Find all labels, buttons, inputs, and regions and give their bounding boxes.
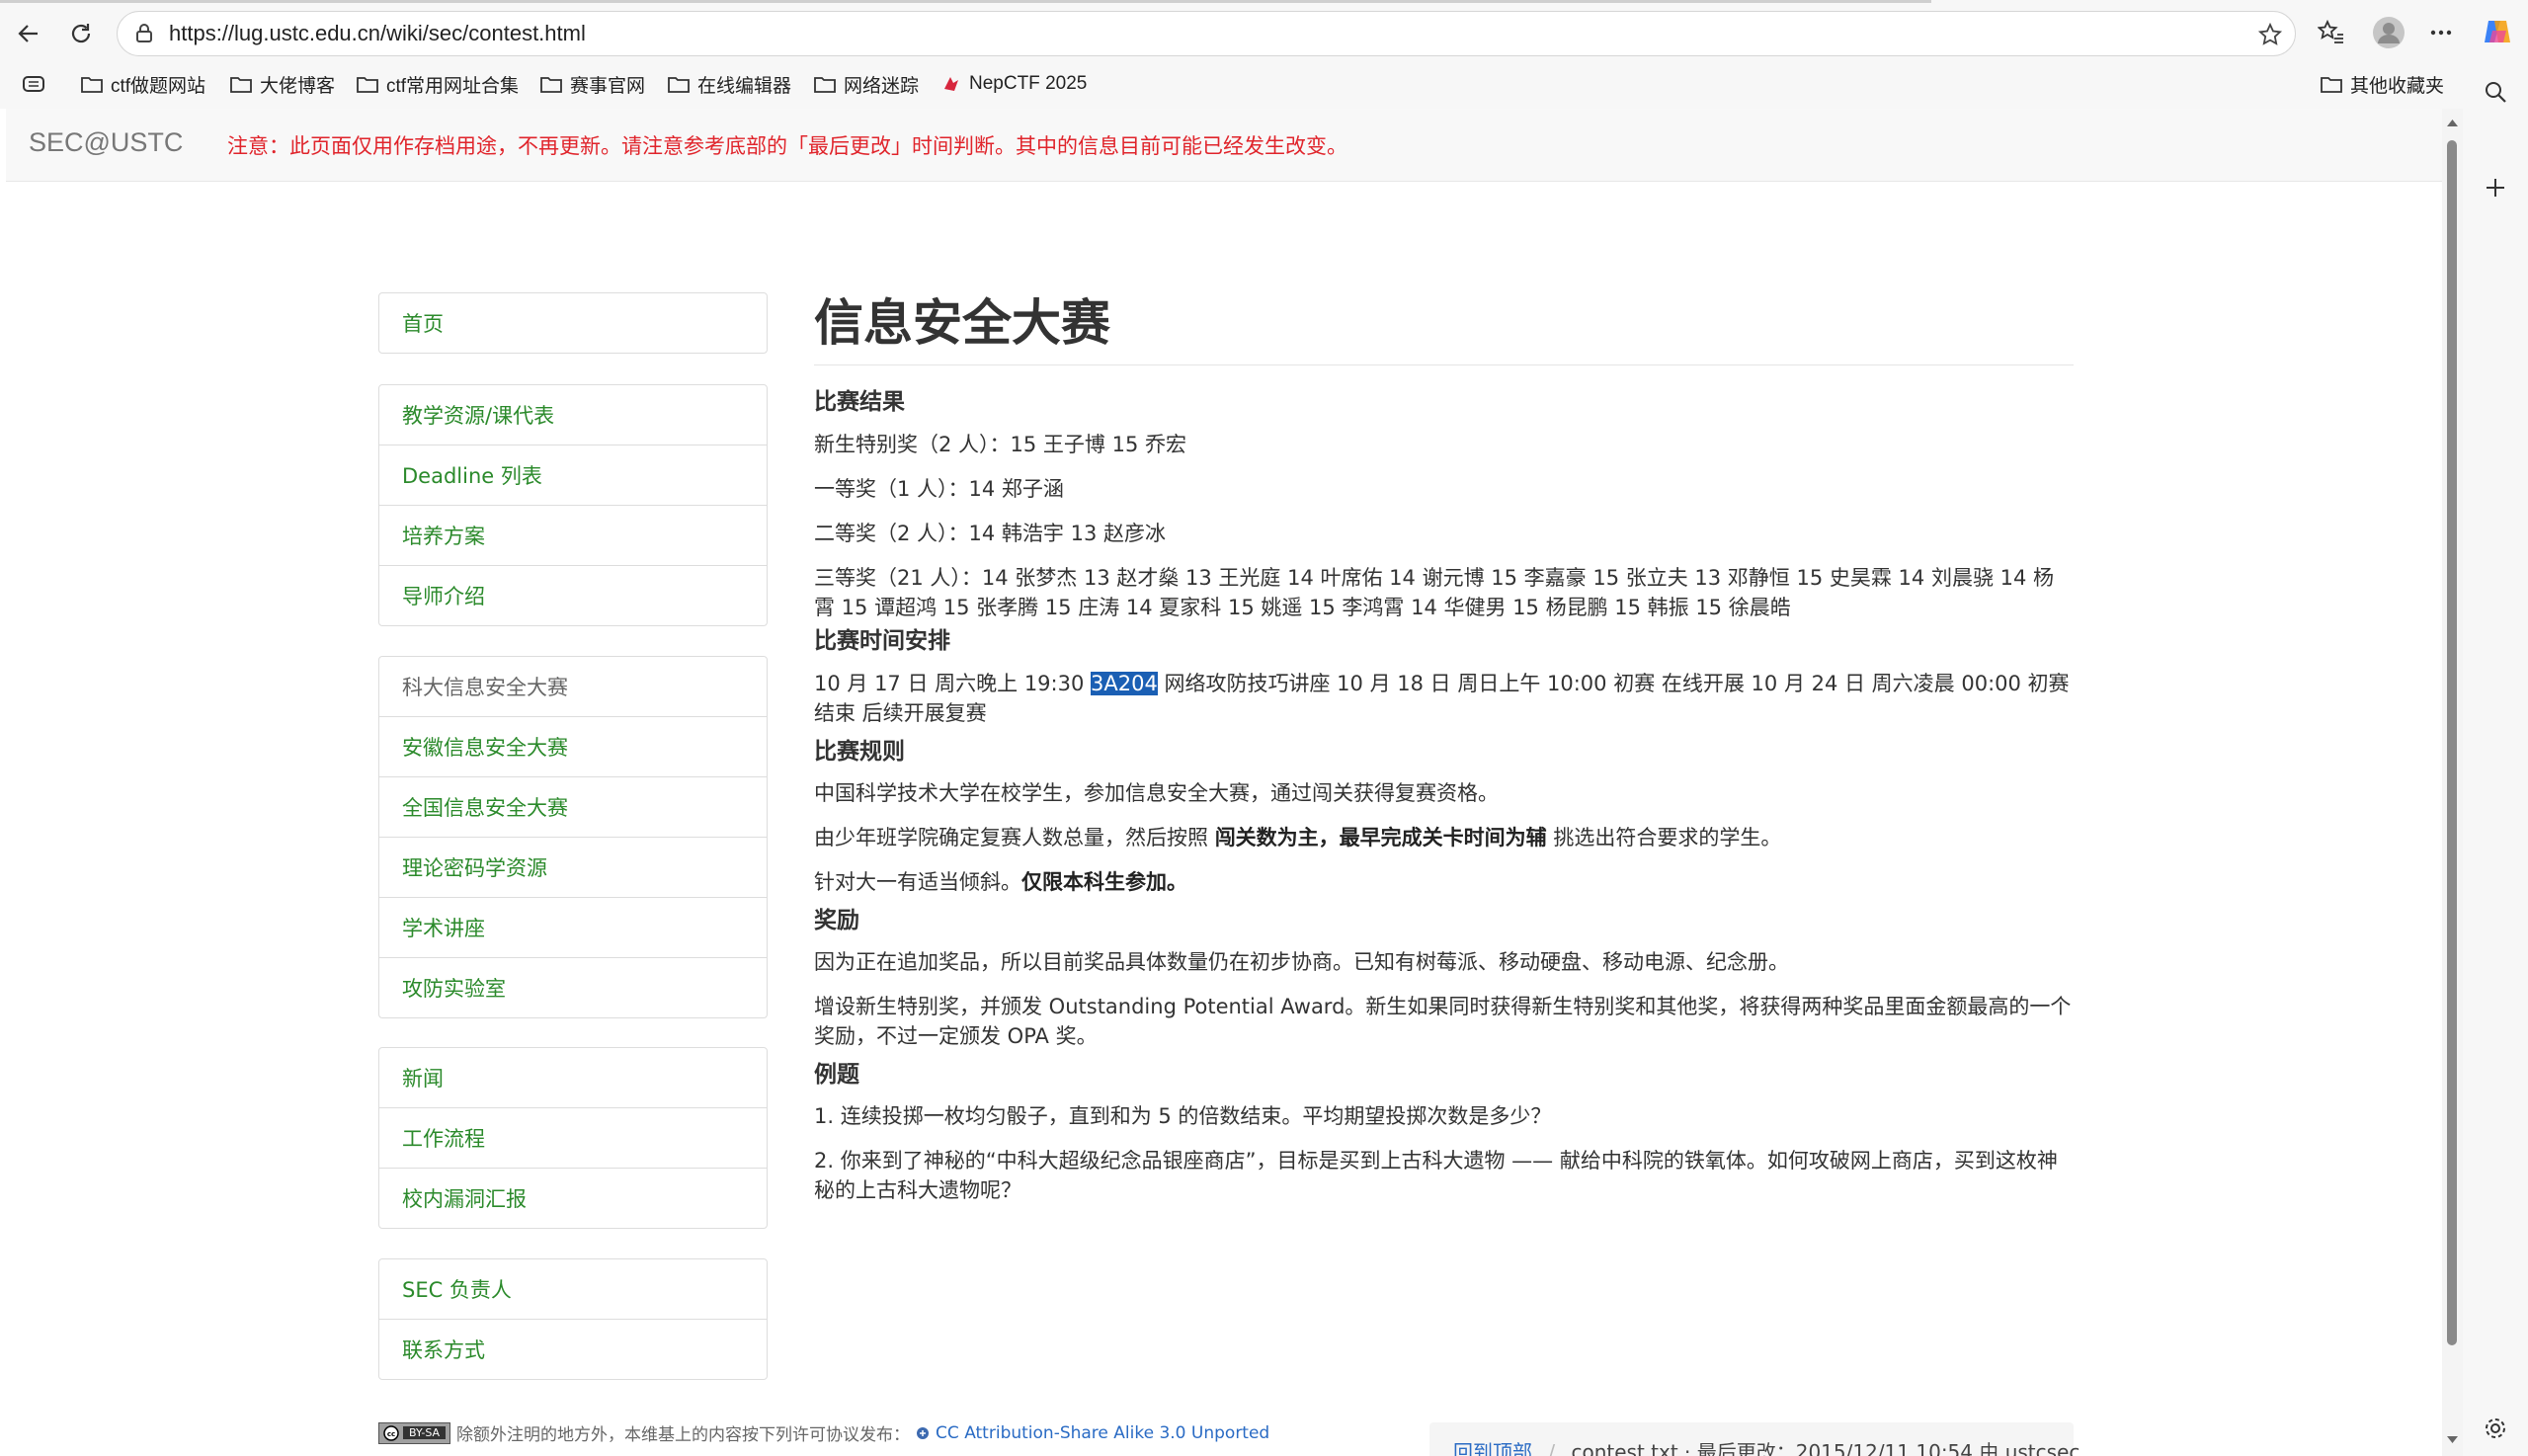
- awards-paragraph: 因为正在追加奖品，所以目前奖品具体数量仍在初步协商。已知有树莓派、移动硬盘、移动…: [814, 950, 1789, 974]
- main-content: 信息安全大赛 比赛结果 新生特别奖（2 人）：15 王子博 15 乔宏 一等奖（…: [814, 286, 2074, 1205]
- nepctf-favicon-icon: [944, 77, 958, 91]
- rules-paragraph: 中国科学技术大学在校学生，参加信息安全大赛，通过闯关获得复赛资格。: [814, 781, 1499, 805]
- sidebar-group-home: 首页: [378, 292, 768, 354]
- license-text: 除额外注明的地方外，本维基上的内容按下列许可协议发布：: [456, 1425, 911, 1445]
- web-page: SEC@USTC 注意：此页面仅用作存档用途，不再更新。请注意参考底部的「最后更…: [6, 109, 2442, 1456]
- sidebar-item-ustc-contest[interactable]: 科大信息安全大赛: [379, 657, 767, 716]
- site-info-icon[interactable]: [133, 23, 155, 44]
- settings-gear-icon[interactable]: [2484, 1416, 2507, 1440]
- schedule-heading: 比赛时间安排: [814, 628, 950, 654]
- sidebar-item-contact[interactable]: 联系方式: [379, 1319, 767, 1379]
- selected-text[interactable]: 3A204: [1091, 672, 1158, 695]
- sidebar-item-advisors[interactable]: 导师介绍: [379, 565, 767, 625]
- favorite-star-icon[interactable]: [2257, 22, 2283, 47]
- folder-icon: [814, 77, 836, 93]
- rules-paragraph: 由少年班学院确定复赛人数总量，然后按照 闯关数为主，最早完成关卡时间为辅 挑选出…: [814, 826, 1782, 849]
- sidebar-group-news: 新闻 工作流程 校内漏洞汇报: [378, 1047, 768, 1229]
- sidebar-item-home[interactable]: 首页: [379, 293, 767, 353]
- sidebar-item-teaching-resources[interactable]: 教学资源/课代表: [379, 385, 767, 445]
- bookmark-folder[interactable]: ctf常用网址合集: [357, 70, 519, 98]
- more-menu-icon[interactable]: [2428, 20, 2454, 45]
- bookmark-folder[interactable]: 在线编辑器: [668, 70, 791, 98]
- back-arrow-icon: [18, 25, 38, 42]
- bookmark-folder[interactable]: 大佬博客: [230, 70, 335, 98]
- footer-separator: /: [1548, 1440, 1556, 1456]
- sidebar-group-contact: SEC 负责人 联系方式: [378, 1258, 768, 1380]
- archive-notice: 注意：此页面仅用作存档用途，不再更新。请注意参考底部的「最后更改」时间判断。其中…: [227, 134, 1347, 158]
- rules-heading: 比赛规则: [814, 739, 905, 765]
- page-info-footer: 回到顶部 / contest.txt · 最后更改：2015/12/11 10:…: [1429, 1422, 2079, 1456]
- sidebar-item-sec-leaders[interactable]: SEC 负责人: [379, 1259, 767, 1319]
- sidebar-item-deadline-list[interactable]: Deadline 列表: [379, 445, 767, 505]
- examples-heading: 例题: [814, 1062, 859, 1088]
- copilot-icon[interactable]: [2481, 15, 2514, 48]
- sidebar-item-crypto-resources[interactable]: 理论密码学资源: [379, 837, 767, 897]
- folder-icon: [230, 77, 252, 93]
- other-bookmarks-folder[interactable]: 其他收藏夹: [2321, 70, 2444, 98]
- results-heading: 比赛结果: [814, 389, 905, 415]
- result-special: 新生特别奖（2 人）：15 王子博 15 乔宏: [814, 433, 1187, 456]
- reload-button[interactable]: [61, 14, 101, 53]
- sidebar-item-workflow[interactable]: 工作流程: [379, 1107, 767, 1168]
- rules-paragraph: 针对大一有适当倾斜。仅限本科生参加。: [814, 870, 1187, 894]
- page-title: 信息安全大赛: [814, 286, 2074, 365]
- result-first: 一等奖（1 人）：14 郑子涵: [814, 477, 1064, 501]
- address-bar[interactable]: https://lug.ustc.edu.cn/wiki/sec/contest…: [117, 11, 2296, 56]
- schedule-text: 10 月 17 日 周六晚上 19:30 3A204 网络攻防技巧讲座 10 月…: [814, 672, 2070, 725]
- sidebar-item-lab[interactable]: 攻防实验室: [379, 957, 767, 1017]
- page-scrollbar[interactable]: [2442, 109, 2463, 1456]
- svg-text:cc: cc: [387, 1430, 395, 1438]
- bookmark-link[interactable]: NepCTF 2025: [941, 70, 1087, 98]
- search-icon[interactable]: [2483, 79, 2508, 105]
- scroll-up-arrow-icon[interactable]: [2442, 115, 2463, 130]
- site-navbar: SEC@USTC 注意：此页面仅用作存档用途，不再更新。请注意参考底部的「最后更…: [6, 109, 2442, 182]
- bookmark-folder[interactable]: 赛事官网: [540, 70, 645, 98]
- site-brand[interactable]: SEC@USTC: [29, 127, 183, 158]
- external-link-icon: [917, 1426, 930, 1439]
- tab-strip: [0, 0, 1931, 3]
- license-link[interactable]: CC Attribution-Share Alike 3.0 Unported: [936, 1423, 1269, 1443]
- sidebar-item-national-contest[interactable]: 全国信息安全大赛: [379, 776, 767, 837]
- tab-actions-icon[interactable]: [22, 73, 45, 95]
- sidebar-item-anhui-contest[interactable]: 安徽信息安全大赛: [379, 716, 767, 776]
- last-modified-text: contest.txt · 最后更改：2015/12/11 10:54 由 us…: [1571, 1440, 2080, 1456]
- sidebar-item-vuln-report[interactable]: 校内漏洞汇报: [379, 1168, 767, 1228]
- cc-license-badge[interactable]: cc BY-SA: [378, 1421, 451, 1444]
- bookmark-folder[interactable]: ctf做题网站: [81, 70, 205, 98]
- result-third: 三等奖（21 人）：14 张梦杰 13 赵才燊 13 王光庭 14 叶席佑 14…: [814, 566, 2055, 619]
- reload-icon: [71, 24, 91, 43]
- browser-side-panel: [2463, 63, 2528, 1456]
- example-question: 2. 你来到了神秘的“中科大超级纪念品银座商店”，目标是买到上古科大遗物 —— …: [814, 1149, 2058, 1202]
- license-footer: cc BY-SA 除额外注明的地方外，本维基上的内容按下列许可协议发布： CC …: [378, 1420, 1269, 1445]
- add-icon[interactable]: [2484, 176, 2507, 200]
- bookmarks-bar: ctf做题网站 大佬博客 ctf常用网址合集 赛事官网 在线编辑器 网络迷踪 N…: [0, 63, 2528, 105]
- sidebar-item-curriculum[interactable]: 培养方案: [379, 505, 767, 565]
- scroll-down-arrow-icon[interactable]: [2442, 1432, 2463, 1448]
- folder-icon: [357, 77, 378, 93]
- scrollbar-thumb[interactable]: [2447, 140, 2457, 1345]
- example-question: 1. 连续投掷一枚均匀骰子，直到和为 5 的倍数结束。平均期望投掷次数是多少？: [814, 1104, 1552, 1128]
- folder-icon: [540, 77, 562, 93]
- back-button[interactable]: [9, 14, 48, 53]
- browser-chrome: https://lug.ustc.edu.cn/wiki/sec/contest…: [0, 0, 2528, 109]
- folder-icon: [668, 77, 690, 93]
- favorites-icon[interactable]: [2318, 19, 2345, 46]
- sidebar-item-news[interactable]: 新闻: [379, 1048, 767, 1107]
- result-second: 二等奖（2 人）：14 韩浩宇 13 赵彦冰: [814, 522, 1167, 545]
- url-text[interactable]: https://lug.ustc.edu.cn/wiki/sec/contest…: [169, 21, 586, 46]
- folder-icon: [2321, 77, 2342, 93]
- cc-logo-icon: cc: [383, 1424, 399, 1441]
- profile-avatar-icon[interactable]: [2372, 16, 2406, 49]
- awards-paragraph: 增设新生特别奖，并颁发 Outstanding Potential Award。…: [814, 995, 2072, 1048]
- awards-heading: 奖励: [814, 908, 859, 933]
- sidebar-group-contests: 科大信息安全大赛 安徽信息安全大赛 全国信息安全大赛 理论密码学资源 学术讲座 …: [378, 656, 768, 1018]
- sidebar-group-teaching: 教学资源/课代表 Deadline 列表 培养方案 导师介绍: [378, 384, 768, 626]
- bookmark-folder[interactable]: 网络迷踪: [814, 70, 919, 98]
- back-to-top-link[interactable]: 回到顶部: [1453, 1440, 1532, 1456]
- folder-icon: [81, 77, 103, 93]
- sidebar-item-lectures[interactable]: 学术讲座: [379, 897, 767, 957]
